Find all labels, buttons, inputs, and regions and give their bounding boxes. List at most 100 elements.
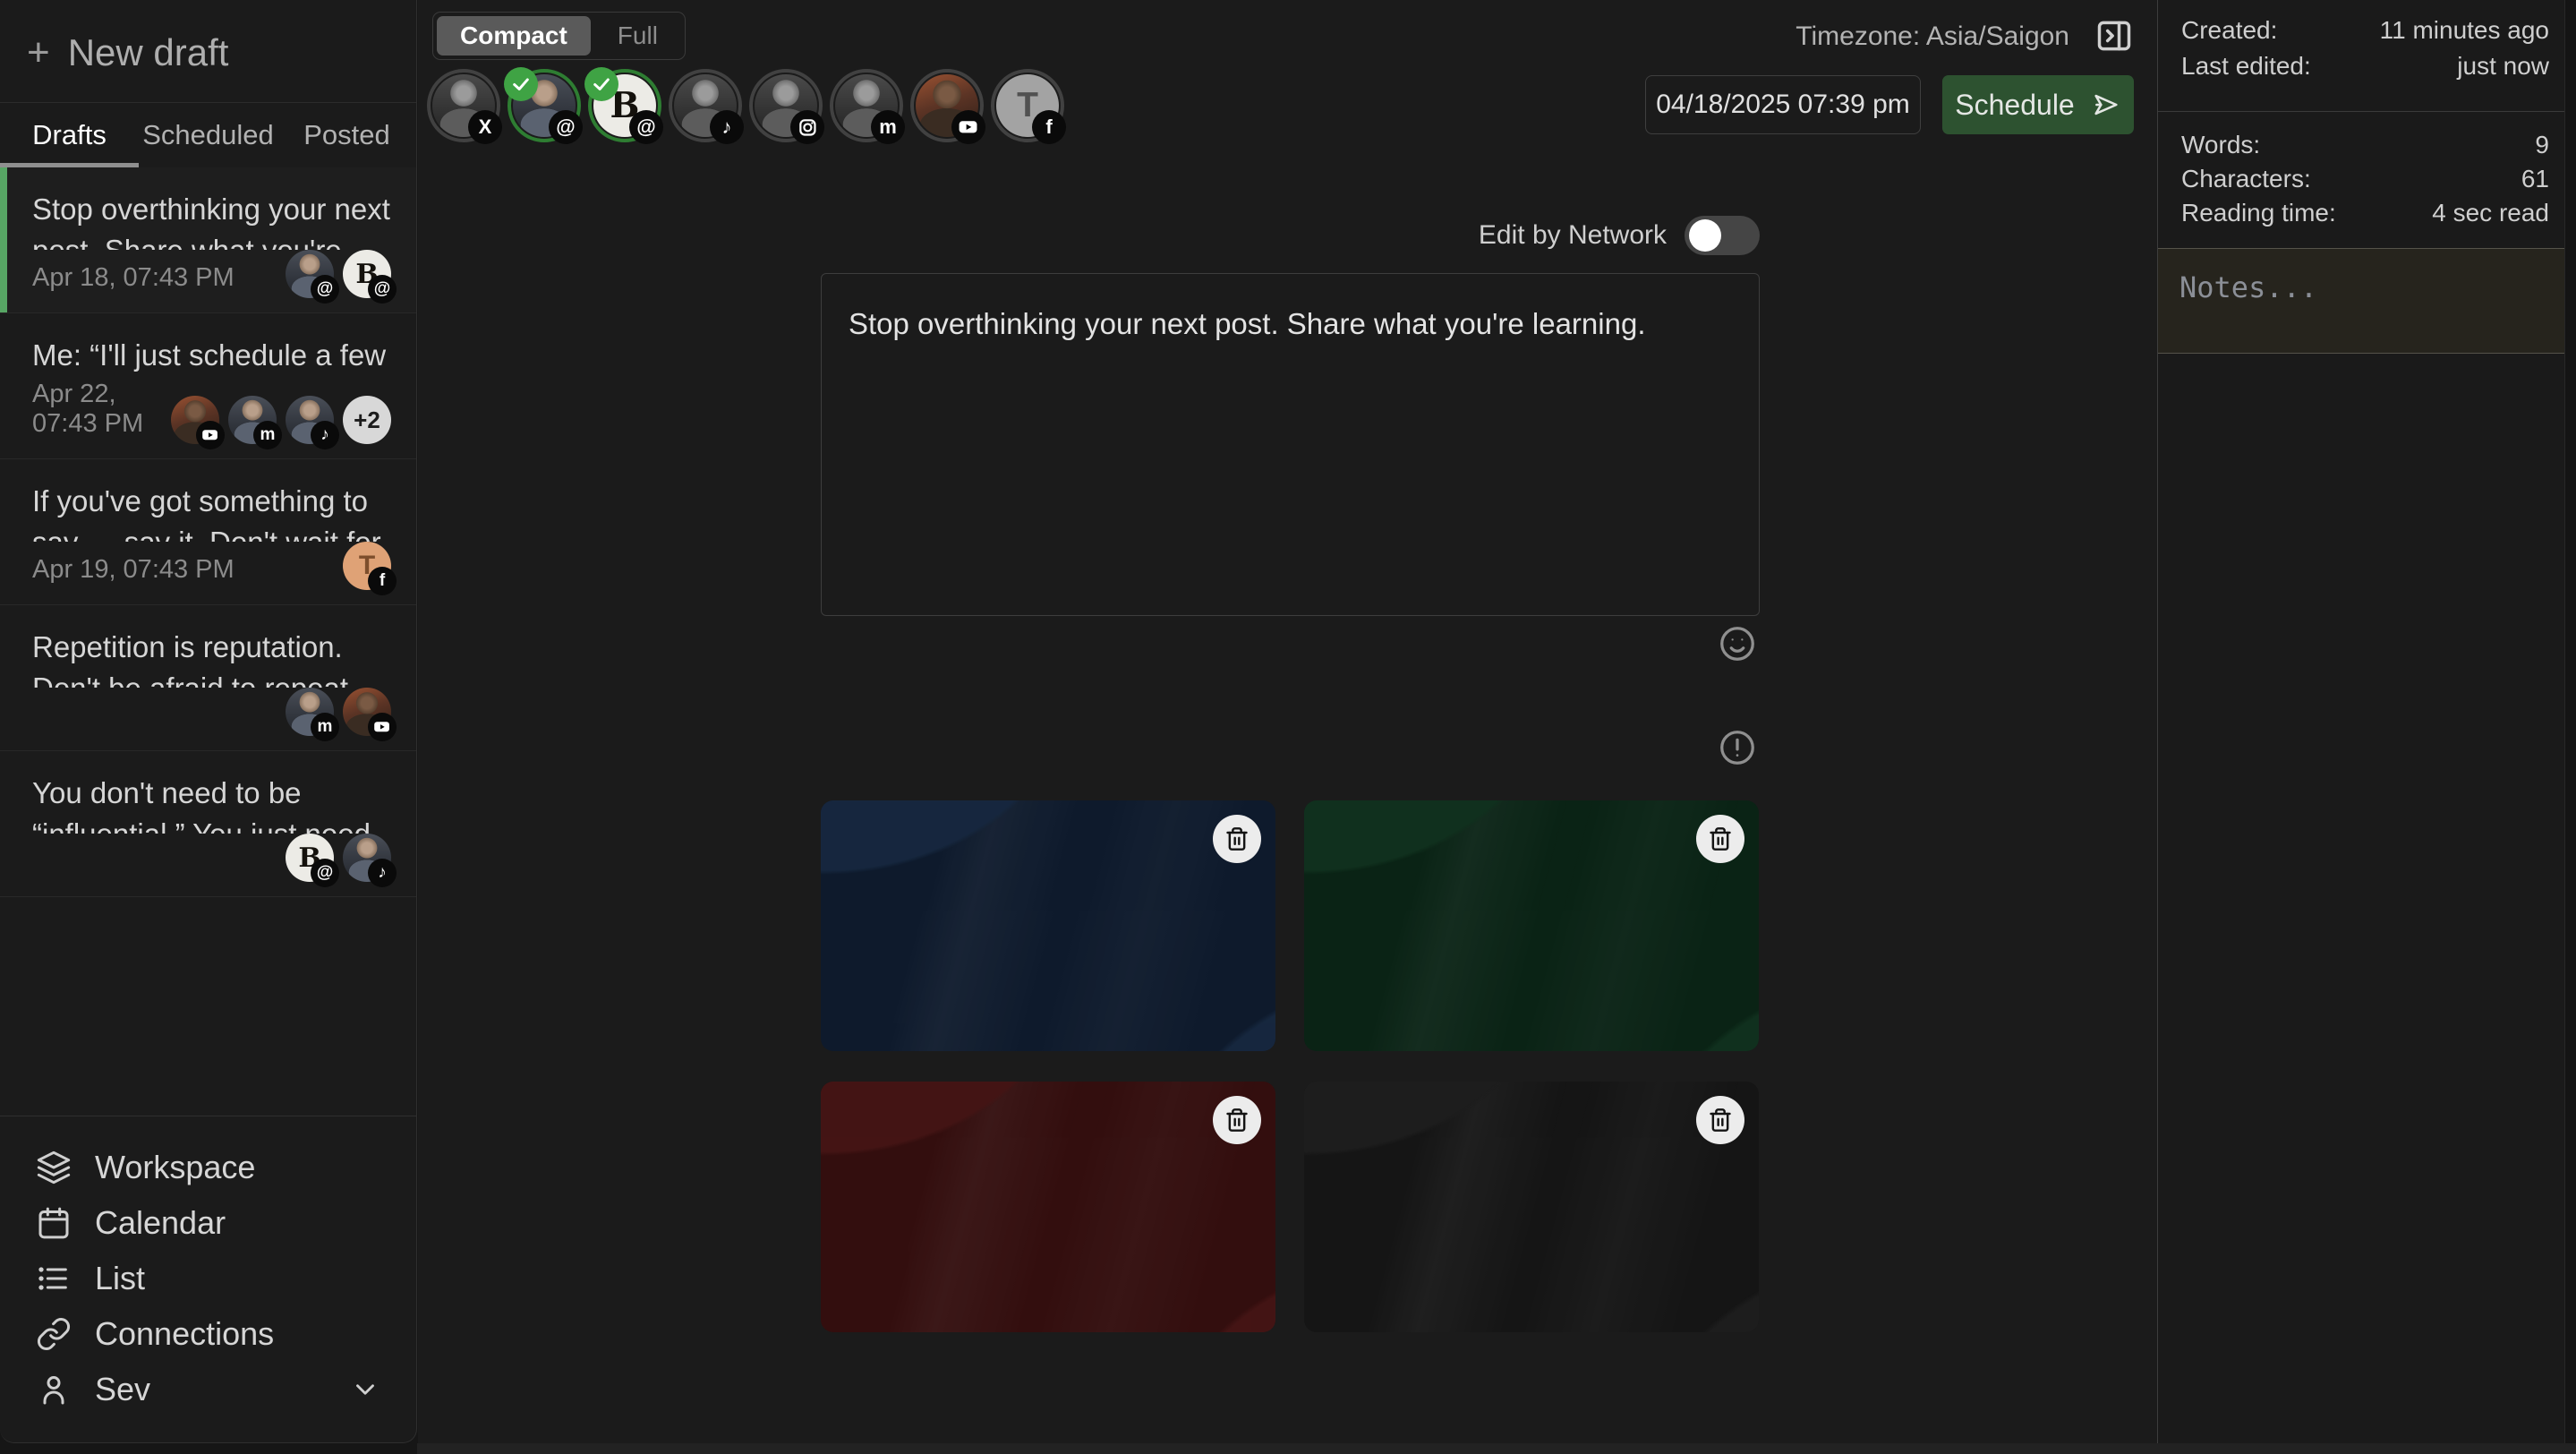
user-icon (36, 1372, 72, 1407)
instagram-badge-icon (790, 110, 824, 144)
delete-attachment-button[interactable] (1213, 1096, 1261, 1144)
delete-attachment-button[interactable] (1696, 815, 1744, 863)
x-badge-icon: X (468, 110, 502, 144)
post-content-textarea[interactable]: Stop overthinking your next post. Share … (821, 273, 1760, 616)
threads-account-avatar[interactable]: @ (508, 69, 581, 142)
post-editor: Edit by Network Stop overthinking your n… (821, 215, 1760, 1332)
draft-account-avatar: m (228, 396, 277, 444)
draft-list: Stop overthinking your next post. Share … (0, 167, 416, 1116)
instagram-account-avatar[interactable] (749, 69, 823, 142)
last-edited-row: Last edited: just now (2158, 48, 2576, 84)
draft-list-item[interactable]: Repetition is reputation. Don't be afrai… (0, 605, 416, 751)
tab-drafts[interactable]: Drafts (0, 103, 139, 167)
sidebar-nav: Workspace Calendar List Connections Sev (0, 1116, 416, 1442)
draft-item-meta: Apr 19, 07:43 PMTf (32, 542, 391, 590)
app-root: + New draft Drafts Scheduled Posted Stop o… (0, 0, 2576, 1454)
tab-label: Drafts (32, 119, 107, 151)
collapse-panel-icon[interactable] (2093, 14, 2136, 57)
sidebar-item-sev[interactable]: Sev (0, 1362, 416, 1417)
new-draft-button[interactable]: + New draft (0, 0, 416, 103)
threads-badge-icon: @ (368, 275, 397, 304)
draft-item-networks: @B@ (286, 250, 391, 298)
send-icon (2091, 90, 2121, 120)
reading-time-row: Reading time: 4 sec read (2158, 196, 2576, 230)
warning-icon[interactable] (1717, 727, 1758, 768)
horizontal-scrollbar[interactable] (417, 1443, 2576, 1454)
tab-posted[interactable]: Posted (277, 103, 416, 167)
draft-item-networks: m (286, 688, 391, 736)
created-value: 11 minutes ago (2380, 16, 2549, 45)
selected-check-icon (504, 67, 538, 101)
sidebar-item-workspace[interactable]: Workspace (0, 1140, 416, 1195)
post-stats: Words: 9 Characters: 61 Reading time: 4 … (2158, 112, 2576, 230)
x-account-avatar[interactable]: X (427, 69, 500, 142)
more-accounts-badge: +2 (343, 396, 391, 444)
delete-attachment-button[interactable] (1213, 815, 1261, 863)
mastodon-badge-icon: m (253, 421, 282, 449)
facebook-account-avatar[interactable]: Tf (991, 69, 1064, 142)
schedule-controls: Schedule (1645, 75, 2134, 134)
navy-wave-image (821, 800, 1275, 1051)
account-selector-row: X@B@♪mTf (427, 69, 1064, 142)
tiktok-account-avatar[interactable]: ♪ (669, 69, 742, 142)
draft-item-text: Stop overthinking your next post. Share … (32, 189, 391, 250)
new-draft-label: New draft (68, 31, 229, 74)
sidebar-item-label: Connections (95, 1315, 274, 1353)
draft-item-meta: m (32, 688, 391, 736)
threads-badge-icon: @ (311, 859, 339, 887)
draft-item-date: Apr 22, 07:43 PM (32, 380, 171, 444)
notes-textarea[interactable] (2158, 248, 2576, 354)
draft-list-item[interactable]: If you've got something to say — say it.… (0, 459, 416, 605)
sidebar-item-label: List (95, 1260, 145, 1297)
sidebar-item-label: Calendar (95, 1204, 226, 1242)
draft-account-avatar: m (286, 688, 334, 736)
vertical-scrollbar[interactable] (2564, 0, 2576, 1443)
sidebar-item-connections[interactable]: Connections (0, 1306, 416, 1362)
sidebar-item-list[interactable]: List (0, 1251, 416, 1306)
list-icon (36, 1261, 72, 1296)
schedule-button[interactable]: Schedule (1942, 75, 2134, 134)
tab-scheduled[interactable]: Scheduled (139, 103, 277, 167)
delete-attachment-button[interactable] (1696, 1096, 1744, 1144)
created-label: Created: (2181, 16, 2277, 45)
youtube-badge-icon (196, 421, 225, 449)
draft-item-meta: B@♪ (32, 834, 391, 882)
view-mode-full[interactable]: Full (594, 16, 681, 56)
draft-item-date: Apr 19, 07:43 PM (32, 555, 235, 590)
youtube-account-avatar[interactable] (910, 69, 984, 142)
mastodon-badge-icon: m (311, 713, 339, 741)
characters-label: Characters: (2181, 165, 2311, 193)
view-mode-compact[interactable]: Compact (437, 16, 591, 56)
tab-label: Posted (303, 119, 390, 151)
mastodon-account-avatar[interactable]: m (830, 69, 903, 142)
draft-list-item[interactable]: Me: “I'll just schedule a few posts.” Al… (0, 313, 416, 459)
main-area: CompactFull Timezone: Asia/Saigon X@B@♪m… (418, 0, 2157, 1443)
threads-account-avatar[interactable]: B@ (588, 69, 661, 142)
edit-by-network-toggle[interactable] (1685, 216, 1760, 255)
sidebar: + New draft Drafts Scheduled Posted Stop o… (0, 0, 417, 1443)
draft-tabs: Drafts Scheduled Posted (0, 103, 416, 167)
draft-list-item[interactable]: You don't need to be “influential.” You … (0, 751, 416, 897)
selected-check-icon (584, 67, 618, 101)
draft-item-meta: Apr 22, 07:43 PMm♪+2 (32, 380, 391, 444)
black-wave-image (1304, 1082, 1759, 1332)
draft-list-item[interactable]: Stop overthinking your next post. Share … (0, 167, 416, 313)
timezone-label: Timezone: Asia/Saigon (1796, 21, 2069, 52)
threads-badge-icon: @ (629, 110, 663, 144)
link-icon (36, 1316, 72, 1352)
schedule-datetime-input[interactable] (1645, 75, 1921, 134)
edit-by-network-row: Edit by Network (821, 215, 1760, 256)
calendar-icon (36, 1205, 72, 1241)
tiktok-badge-icon: ♪ (311, 421, 339, 449)
draft-account-avatar: ♪ (343, 834, 391, 882)
facebook-badge-icon: f (1032, 110, 1066, 144)
draft-account-avatar (343, 688, 391, 736)
youtube-badge-icon (951, 110, 985, 144)
draft-account-avatar: B@ (343, 250, 391, 298)
emoji-picker-icon[interactable] (1717, 623, 1758, 664)
words-label: Words: (2181, 131, 2260, 159)
draft-item-text: If you've got something to say — say it.… (32, 481, 391, 542)
sidebar-item-calendar[interactable]: Calendar (0, 1195, 416, 1251)
characters-row: Characters: 61 (2158, 162, 2576, 196)
youtube-badge-icon (368, 713, 397, 741)
